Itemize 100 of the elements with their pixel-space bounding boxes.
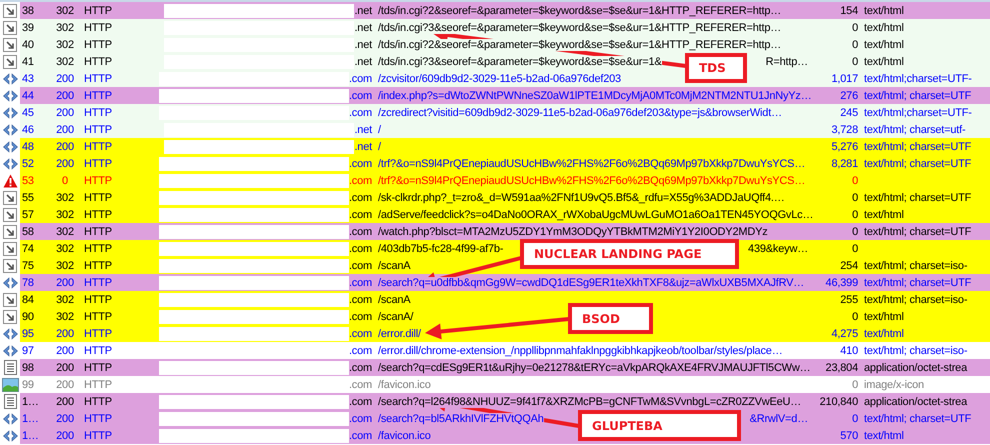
redirect-icon: [3, 208, 17, 222]
protocol: HTTP: [83, 362, 113, 374]
result-code: 200: [55, 378, 75, 390]
redirect-icon: [3, 258, 17, 272]
code-icon: [2, 344, 18, 356]
session-row[interactable]: 1… 200 HTTP .com /search?q=l264f98&NHUUZ=9f41f7&XRZMcPB=gCNFTwM&SVvnbgL=cZR0ZZVwEeU… 210,840 application/octet-strea: [0, 393, 990, 410]
url-text: /sk-clkrdr.php?_t=zro&_d=W591aa%2FNf1U9vQ5.Bf5&_rdfu=X55g%3ADDJaUQff4.…: [378, 192, 785, 204]
content-type: text/html;charset=UTF-: [864, 106, 972, 118]
session-row[interactable]: 53 0 HTTP .com /trf?&o=nS9l4PrQEnepiaudUSUcHBw%2FHS%2F6o%2BQq69Mp97bXkkp7DwuYsYCS… 0: [0, 172, 990, 189]
result-code: 200: [55, 328, 75, 340]
url-text: /favicon.ico: [378, 430, 431, 442]
url-text: /403db7b5-fc28-4f99-af7b-: [378, 242, 504, 254]
result-code: 302: [55, 226, 75, 238]
session-row[interactable]: 38 302 HTTP .net /tds/in.cgi?2&seoref=&parameter=$keyword&se=$se&ur=1&HTTP_REFERER=http… 154 text/html: [0, 2, 990, 19]
result-code: 302: [55, 310, 75, 322]
body-size: 4,275: [831, 328, 858, 340]
image-icon: [2, 378, 18, 392]
protocol: HTTP: [83, 328, 113, 340]
protocol: HTTP: [83, 174, 113, 186]
session-row[interactable]: 58 302 HTTP .com /watch.php?blsct=MTA2MzU5ZDY1YmM3ODQyYTBkMTM2MiY1Y2I0ODY2MDYz 0 text/html; charset=UTF: [0, 223, 990, 240]
session-row[interactable]: 44 200 HTTP .com /index.php?s=dWtoZWNtPWNneSZ0aW1lPTE1MDcyMjA0MTc0MjM2NTM2NTU1JnNyYz… 276 text/html; charset=UTF: [0, 87, 990, 104]
session-row[interactable]: 46 200 HTTP .net / 3,728 text/html; charset=utf-: [0, 121, 990, 138]
session-row[interactable]: 39 302 HTTP .net /tds/in.cgi?3&seoref=&parameter=$keyword&se=$se&ur=1&HTTP_REFERER=http… 0 text/html: [0, 19, 990, 36]
result-code: 302: [55, 260, 75, 272]
url-text: /search?q=l264f98&NHUUZ=9f41f7&XRZMcPB=gCNFTwM&SVvnbgL=cZR0ZZVwEeU…: [378, 396, 802, 408]
session-row[interactable]: 95 200 HTTP .com /error.dill/ 4,275 text/html: [0, 325, 990, 342]
session-row[interactable]: 52 200 HTTP .com /trf?&o=nS9l4PrQEnepiaudUSUcHBw%2FHS%2F6o%2BQq69Mp97bXkkp7DwuYsYCS… 8,281 text/html; charset=UTF: [0, 155, 990, 172]
result-code: 200: [55, 430, 75, 442]
body-size: 1,017: [831, 72, 858, 84]
host-name: .com: [348, 362, 372, 374]
session-row[interactable]: 48 200 HTTP .net / 5,276 text/html; charset=UTF: [0, 138, 990, 155]
result-code: 200: [55, 158, 75, 170]
session-row[interactable]: 45 200 HTTP .com /zcredirect?visitid=609db9d2-3029-11e5-b2ad-06a976def203&type=js&browserWidt… 245 text/html;charset=UTF-: [0, 104, 990, 121]
protocol: HTTP: [83, 38, 113, 50]
url-text: /scanA/: [378, 310, 414, 322]
protocol: HTTP: [83, 412, 113, 424]
session-number: 84: [21, 294, 35, 306]
body-size: 210,840: [820, 396, 858, 408]
url-text: /search?q=cdESg9ER1t&uRjhy=0e21278&tERYc=aVkpARQkAXE4FRVJMAUJFTl5CWw…: [378, 362, 810, 374]
code-icon: [2, 412, 18, 424]
result-code: 200: [55, 412, 75, 424]
body-size: 0: [852, 174, 858, 186]
host-name: .com: [348, 430, 372, 442]
body-size: 3,728: [831, 124, 858, 136]
host-name: .com: [348, 226, 372, 238]
url-text: /index.php?s=dWtoZWNtPWNneSZ0aW1lPTE1MDcyMjA0MTc0MjM2NTM2NTU1JnNyYz…: [378, 90, 812, 102]
session-number: 1…: [21, 412, 40, 424]
body-size: 0: [852, 412, 858, 424]
protocol: HTTP: [83, 56, 113, 68]
session-number: 74: [21, 242, 35, 254]
content-type: application/octet-strea: [864, 362, 968, 374]
annotation-label: BSOD: [568, 303, 653, 334]
result-code: 200: [55, 396, 75, 408]
protocol: HTTP: [83, 140, 113, 152]
host-name: .com: [348, 72, 372, 84]
body-size: 245: [840, 106, 858, 118]
session-row[interactable]: 57 302 HTTP .com /adServe/feedclick?s=o4DaNo0ORAX_rWXobaUgcMUwLGuMO1a6Oa1TEN45YOQGvLc… 0 text/html: [0, 206, 990, 223]
session-row[interactable]: 98 200 HTTP .com /search?q=cdESg9ER1t&uRjhy=0e21278&tERYc=aVkpARQkAXE4FRVJMAUJFTl5CWw… 23,804 application/octet-strea: [0, 359, 990, 376]
result-code: 302: [55, 38, 75, 50]
redirect-icon: [3, 242, 17, 256]
protocol: HTTP: [83, 158, 113, 170]
redirect-icon: [3, 190, 17, 204]
session-row[interactable]: 84 302 HTTP .com /scanA 255 text/html; charset=iso-: [0, 291, 990, 308]
session-row[interactable]: 55 302 HTTP .com /sk-clkrdr.php?_t=zro&_d=W591aa%2FNf1U9vQ5.Bf5&_rdfu=X55g%3ADDJaUQff4.… 0 text/html; charset=UTF: [0, 189, 990, 206]
body-size: 0: [852, 192, 858, 204]
session-number: 97: [21, 344, 35, 356]
session-number: 1…: [21, 396, 40, 408]
session-number: 43: [21, 72, 35, 84]
content-type: text/html; charset=UTF: [864, 276, 972, 288]
url-text: /trf?&o=nS9l4PrQEnepiaudUSUcHBw%2FHS%2F6o%2BQq69Mp97bXkkp7DwuYsYCS…: [378, 174, 806, 186]
url-text: /: [378, 124, 381, 136]
code-icon: [2, 124, 18, 136]
host-name: .com: [348, 90, 372, 102]
content-type: image/x-icon: [864, 378, 924, 390]
result-code: 200: [55, 362, 75, 374]
host-name: .com: [348, 174, 372, 186]
url-text: /error.dill/: [378, 328, 421, 340]
url-text: /watch.php?blsct=MTA2MzU5ZDY1YmM3ODQyYTBkMTM2MiY1Y2I0ODY2MDYz: [378, 226, 768, 238]
url-text: /scanA: [378, 294, 410, 306]
content-type: text/html: [864, 430, 904, 442]
body-size: 0: [852, 310, 858, 322]
host-name: .net: [354, 22, 372, 34]
host-name: .com: [348, 310, 372, 322]
body-size: 5,276: [831, 140, 858, 152]
body-size: 0: [852, 22, 858, 34]
body-size: 8,281: [831, 158, 858, 170]
url-text: /scanA: [378, 260, 410, 272]
host-name: .com: [348, 294, 372, 306]
session-number: 95: [21, 328, 35, 340]
redirect-icon: [3, 310, 17, 324]
session-row[interactable]: 78 200 HTTP .com /search?q=u0dfbb&qmGg9W=cwdDQ1dESg9ER1teXkhTXF8&ujz=aWlxUXB5MXAJfRV… 46,399 text/html; charset=UTF: [0, 274, 990, 291]
code-icon: [2, 106, 18, 118]
body-size: 570: [840, 430, 858, 442]
redirect-icon: [3, 4, 17, 18]
session-number: 78: [21, 276, 35, 288]
session-row[interactable]: 40 302 HTTP .net /tds/in.cgi?2&seoref=&parameter=$keyword&se=$se&ur=1&HTTP_REFERER=http… 0 text/html: [0, 36, 990, 53]
content-type: text/html: [864, 328, 904, 340]
session-number: 45: [21, 106, 35, 118]
content-type: text/html; charset=utf-: [864, 124, 966, 136]
result-code: 302: [55, 192, 75, 204]
